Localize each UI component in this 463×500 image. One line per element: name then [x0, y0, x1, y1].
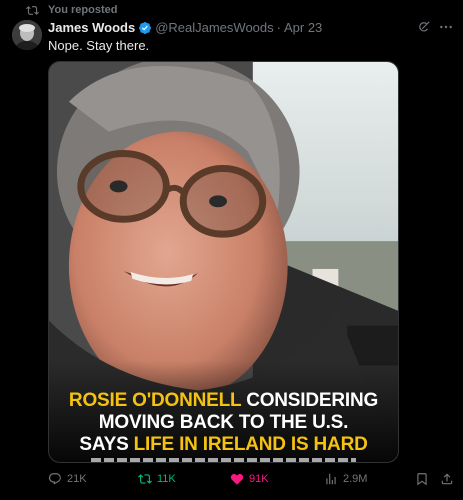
views-button[interactable]: 2.9M	[324, 472, 367, 486]
share-icon	[441, 473, 453, 485]
repost-button[interactable]: 11K	[138, 472, 176, 486]
repost-count: 11K	[157, 473, 176, 485]
like-button[interactable]: 91K	[230, 472, 269, 486]
headline-line-3-prefix: SAYS	[79, 434, 134, 455]
tweet-media[interactable]: ROSIE O'DONNELL CONSIDERING MOVING BACK …	[48, 61, 399, 463]
repost-action-icon	[138, 474, 152, 484]
reply-button[interactable]: 21K	[48, 472, 87, 486]
headline-highlight-ireland: LIFE IN IRELAND IS HARD	[133, 434, 368, 455]
tweet-header: James Woods @RealJamesWoods · Apr 23	[48, 20, 322, 35]
author-handle[interactable]: @RealJamesWoods	[155, 20, 273, 35]
reply-icon	[48, 473, 61, 485]
media-headline: ROSIE O'DONNELL CONSIDERING MOVING BACK …	[49, 390, 398, 456]
avatar[interactable]	[12, 20, 42, 50]
reply-count: 21K	[67, 473, 87, 485]
tweet-actions: 21K 11K 91K 2.9M	[48, 472, 455, 488]
heart-icon	[230, 474, 244, 485]
verified-badge-icon	[139, 21, 152, 34]
avatar-image	[12, 20, 42, 50]
headline-line-2: MOVING BACK TO THE U.S.	[98, 412, 349, 433]
media-cutoff-text	[91, 458, 356, 462]
repost-icon	[26, 5, 39, 15]
bookmark-icon	[417, 473, 427, 486]
tweet-date[interactable]: Apr 23	[284, 20, 322, 35]
like-count: 91K	[249, 473, 269, 485]
headline-line-1: ROSIE O'DONNELL CONSIDERING	[49, 390, 398, 412]
author-name[interactable]: James Woods	[48, 20, 135, 35]
headline-highlight-name: ROSIE O'DONNELL	[68, 390, 242, 411]
views-count: 2.9M	[343, 473, 368, 485]
headline-line-3: SAYS LIFE IN IRELAND IS HARD	[49, 434, 398, 456]
headline-line-1-rest: CONSIDERING	[241, 390, 379, 411]
views-icon	[326, 473, 336, 485]
share-button[interactable]	[440, 472, 454, 486]
bookmark-button[interactable]	[415, 472, 429, 486]
repost-banner-text: You reposted	[48, 4, 118, 16]
more-icon[interactable]	[437, 18, 455, 36]
repost-banner[interactable]: You reposted	[26, 3, 117, 17]
tweet-text: Nope. Stay there.	[48, 38, 150, 53]
header-separator: ·	[276, 20, 281, 35]
grok-icon[interactable]	[417, 20, 431, 34]
